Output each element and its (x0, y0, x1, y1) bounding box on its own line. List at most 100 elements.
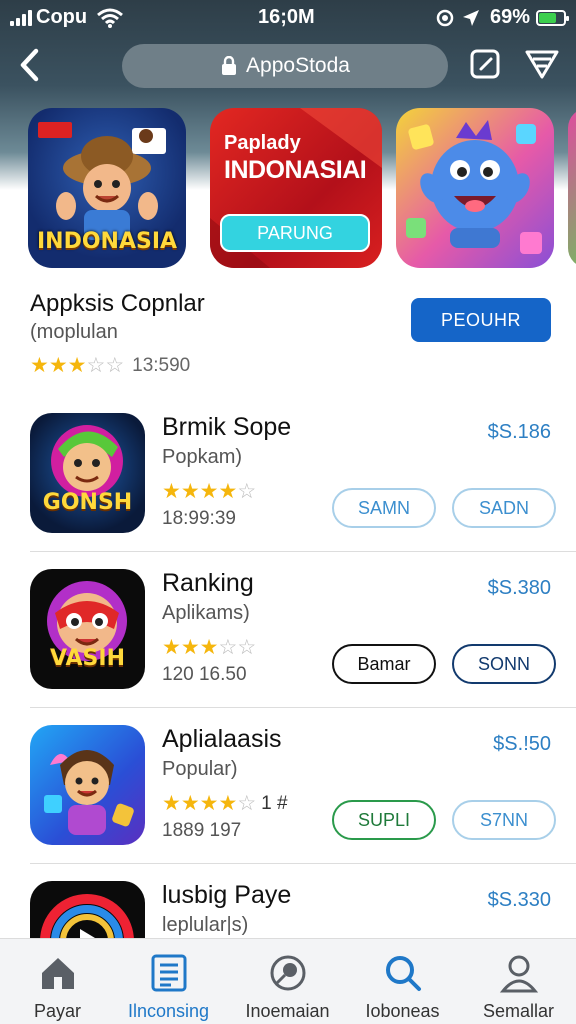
status-bar: Copu 16;0M 69% (0, 0, 576, 34)
star-filled-icon: ★ (180, 480, 200, 503)
app-stars: ★★★★☆ (162, 481, 256, 503)
hero-mask-icon (47, 581, 127, 661)
tab-label: Inoemaian (245, 1001, 330, 1021)
battery-fill (539, 12, 556, 23)
featured-card-2[interactable]: Paplady INDONASIAI PARUNG (210, 108, 382, 268)
hero-stars: ★★★☆☆ (30, 355, 124, 377)
star-filled-icon: ★ (218, 792, 238, 815)
featured-card-3[interactable] (396, 108, 554, 268)
list-item[interactable]: Aplialaasis Popular) ★★★★☆ 1 # 1889 197 … (0, 708, 576, 864)
tab-label: Ilnconsing (127, 1001, 210, 1021)
back-button[interactable] (14, 46, 48, 84)
app-action-button-2[interactable]: SONN (452, 644, 556, 684)
search-icon (385, 956, 421, 991)
app-rating: ★★★☆☆ (162, 637, 261, 659)
app-stars: ★★★☆☆ (162, 637, 256, 659)
list-icon (151, 954, 186, 992)
star-filled-icon: ★ (48, 354, 68, 377)
star-filled-icon: ★ (30, 354, 49, 377)
star-empty-icon: ☆ (86, 354, 106, 377)
list-item[interactable]: VASIH Ranking Aplikams) ★★★☆☆ 120 16.50 … (0, 552, 576, 708)
app-rating: ★★★★☆ (162, 481, 261, 503)
tab-home[interactable]: Payar (0, 939, 115, 1024)
app-icon-label: VASIH (49, 646, 125, 671)
app-stars: ★★★★☆ (162, 793, 256, 815)
battery-percent: 69% (490, 6, 531, 28)
clock: 16;0M (258, 6, 315, 28)
carrier-label: Copu (36, 6, 88, 28)
star-filled-icon: ★ (180, 792, 200, 815)
navigation-bar: AppoStoda (0, 42, 576, 88)
hero-get-button[interactable]: PEOUHR (411, 298, 551, 342)
app-price: $S.186 (487, 421, 551, 443)
hero-app-title: Appksis Copnlar (30, 290, 205, 317)
app-name: lusbig Paye (162, 881, 292, 909)
tab-search[interactable]: Ioboneas (345, 939, 460, 1024)
star-filled-icon: ★ (199, 792, 219, 815)
list-item[interactable]: GONSH Brmik Sope Popkam) ★★★★☆ 18:99:39 … (0, 396, 576, 552)
featured-card-1[interactable]: INDONASIA (28, 108, 186, 268)
star-filled-icon: ★ (180, 636, 200, 659)
address-text: AppoStoda (246, 54, 350, 77)
star-filled-icon: ★ (199, 480, 219, 503)
app-action-button-2[interactable]: S7NN (452, 800, 556, 840)
star-filled-icon: ★ (162, 480, 181, 503)
star-filled-icon: ★ (199, 636, 219, 659)
app-icon-label: GONSH (42, 490, 133, 515)
home-icon (41, 958, 74, 989)
monster-mascot-icon (406, 120, 542, 254)
battery-icon (536, 9, 570, 26)
app-price: $S.330 (487, 889, 551, 911)
tab-profile[interactable]: Semallar (461, 939, 576, 1024)
tab-explore[interactable]: Inoemaian (230, 939, 345, 1024)
wifi-icon (97, 8, 124, 28)
app-icon: GONSH (30, 413, 145, 533)
app-name: Brmik Sope (162, 413, 292, 441)
app-name: Ranking (162, 569, 254, 597)
star-empty-icon: ☆ (237, 636, 257, 659)
search-alt-icon (270, 955, 305, 991)
app-number: 1889 197 (162, 820, 242, 841)
featured-card-4[interactable] (568, 108, 576, 268)
tab-label: Ioboneas (365, 1001, 440, 1021)
app-subtitle: Aplikams) (162, 602, 250, 624)
app-number: 18:99:39 (162, 508, 236, 529)
filter-button[interactable] (524, 48, 560, 80)
app-price: $S.380 (487, 577, 551, 599)
star-empty-icon: ☆ (218, 636, 238, 659)
featured-card-1-title: INDONASIA (36, 229, 178, 254)
filter-icon (525, 50, 559, 79)
app-action-button-1[interactable]: Bamar (332, 644, 436, 684)
app-action-button-2[interactable]: SADN (452, 488, 556, 528)
star-filled-icon: ★ (218, 480, 238, 503)
app-icon: VASIH (30, 569, 145, 689)
hero-rating-count: 13:590 (132, 355, 191, 376)
star-empty-icon: ☆ (237, 792, 257, 815)
app-icon (30, 725, 145, 845)
tab-list[interactable]: Ilnconsing (111, 939, 226, 1024)
app-number: 120 16.50 (162, 664, 247, 685)
location-icon (463, 9, 479, 26)
hero-rating: ★★★☆☆ 13:590 (30, 355, 190, 377)
app-action-button-1[interactable]: SAMN (332, 488, 436, 528)
featured-card-2-kicker: Paplady (224, 132, 301, 154)
tab-label: Semallar (482, 1001, 555, 1021)
featured-carousel: INDONASIA Paplady INDONASIAI PARUNG (28, 108, 576, 270)
edit-button[interactable] (469, 48, 501, 80)
alarm-icon (436, 9, 454, 26)
user-icon (499, 955, 538, 993)
star-filled-icon: ★ (162, 636, 181, 659)
character-icon (51, 425, 123, 497)
featured-card-2-button[interactable]: PARUNG (220, 214, 370, 252)
app-name: Aplialaasis (162, 725, 282, 753)
edit-icon (470, 49, 500, 79)
carrier-group: Copu (10, 6, 124, 29)
star-filled-icon: ★ (162, 792, 181, 815)
signal-icon (10, 9, 32, 26)
tab-label: Payar (33, 1001, 82, 1021)
app-subtitle: leplular|s) (162, 914, 249, 936)
app-rating-extra: 1 # (261, 793, 288, 814)
address-bar[interactable]: AppoStoda (122, 44, 448, 88)
status-right: 69% (436, 6, 570, 29)
app-action-button-1[interactable]: SUPLI (332, 800, 436, 840)
